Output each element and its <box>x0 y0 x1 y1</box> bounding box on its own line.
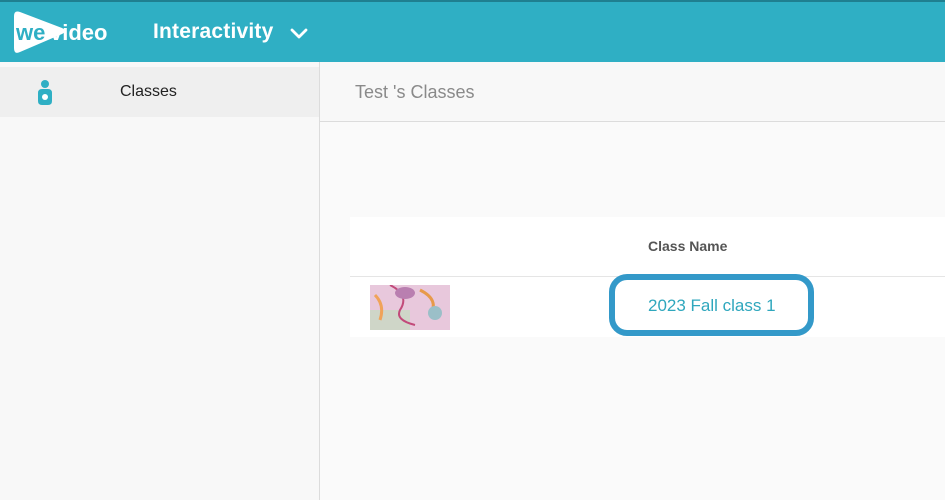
sidebar: Classes <box>0 62 320 500</box>
classes-table: Class Name 2023 Fall class 1 <box>350 217 945 337</box>
sidebar-item-label: Classes <box>120 83 177 100</box>
column-header-class-name: Class Name <box>648 238 728 254</box>
row-divider <box>350 276 945 277</box>
class-name-link[interactable]: 2023 Fall class 1 <box>648 296 776 316</box>
top-bar: we video Interactivity <box>0 0 945 62</box>
wevideo-logo[interactable]: we video <box>12 8 137 58</box>
svg-text:we: we <box>15 20 45 45</box>
class-thumbnail[interactable] <box>370 285 450 330</box>
svg-text:video: video <box>50 20 107 45</box>
page-header: Test 's Classes <box>320 62 945 122</box>
page-title: Test 's Classes <box>355 82 475 102</box>
app-title[interactable]: Interactivity <box>153 20 273 44</box>
classes-person-icon <box>38 80 52 105</box>
chevron-down-icon[interactable] <box>288 23 310 45</box>
sidebar-item-classes[interactable]: Classes <box>0 67 319 117</box>
